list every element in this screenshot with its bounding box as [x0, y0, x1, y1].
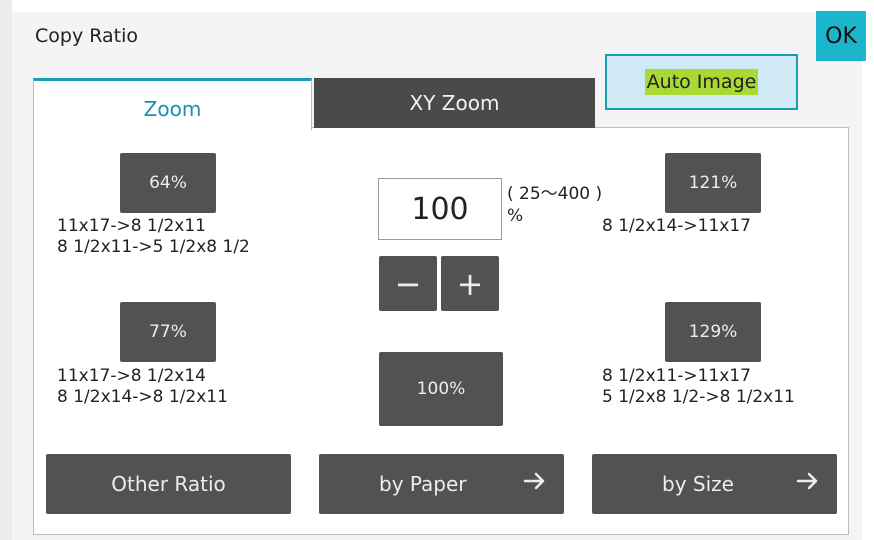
auto-image-label: Auto Image [644, 69, 759, 95]
ratio-input[interactable] [378, 178, 502, 240]
preset-64-button[interactable]: 64% [120, 153, 216, 213]
preset-121-description: 8 1/2x14->11x17 [602, 216, 751, 237]
ratio-range-info: ( 25〜400 ) % [507, 183, 602, 227]
by-size-button[interactable]: by Size [592, 454, 837, 514]
by-size-label: by Size [662, 472, 734, 496]
tab-xy-zoom[interactable]: XY Zoom [314, 78, 595, 128]
left-edge-strip [0, 0, 12, 540]
preset-121-button[interactable]: 121% [665, 153, 761, 213]
ratio-unit: % [507, 206, 524, 226]
preset-129-line-2: 5 1/2x8 1/2->8 1/2x11 [602, 387, 795, 407]
ok-button[interactable]: OK [816, 11, 866, 61]
arrow-right-icon [796, 472, 818, 490]
preset-77-button[interactable]: 77% [120, 302, 216, 362]
preset-77-line-1: 11x17->8 1/2x14 [57, 366, 206, 386]
preset-64-line-2: 8 1/2x11->5 1/2x8 1/2 [57, 237, 250, 257]
reset-100-button[interactable]: 100% [379, 352, 503, 426]
preset-129-button[interactable]: 129% [665, 302, 761, 362]
preset-129-line-1: 8 1/2x11->11x17 [602, 366, 751, 386]
preset-64-description: 11x17->8 1/2x11 8 1/2x11->5 1/2x8 1/2 [57, 216, 250, 258]
preset-129-description: 8 1/2x11->11x17 5 1/2x8 1/2->8 1/2x11 [602, 366, 795, 408]
tab-zoom[interactable]: Zoom [33, 78, 312, 130]
ratio-range-text: ( 25〜400 ) [507, 184, 603, 204]
preset-77-description: 11x17->8 1/2x14 8 1/2x14->8 1/2x11 [57, 366, 228, 408]
increase-button[interactable]: + [441, 256, 499, 311]
by-paper-label: by Paper [379, 472, 467, 496]
page-title: Copy Ratio [35, 25, 139, 47]
preset-121-line-1: 8 1/2x14->11x17 [602, 216, 751, 236]
preset-64-line-1: 11x17->8 1/2x11 [57, 216, 206, 236]
arrow-right-icon [523, 472, 545, 490]
by-paper-button[interactable]: by Paper [319, 454, 564, 514]
decrease-button[interactable]: − [379, 256, 437, 311]
preset-77-line-2: 8 1/2x14->8 1/2x11 [57, 387, 228, 407]
other-ratio-label: Other Ratio [111, 472, 226, 496]
auto-image-button[interactable]: Auto Image [605, 54, 798, 110]
other-ratio-button[interactable]: Other Ratio [46, 454, 291, 514]
